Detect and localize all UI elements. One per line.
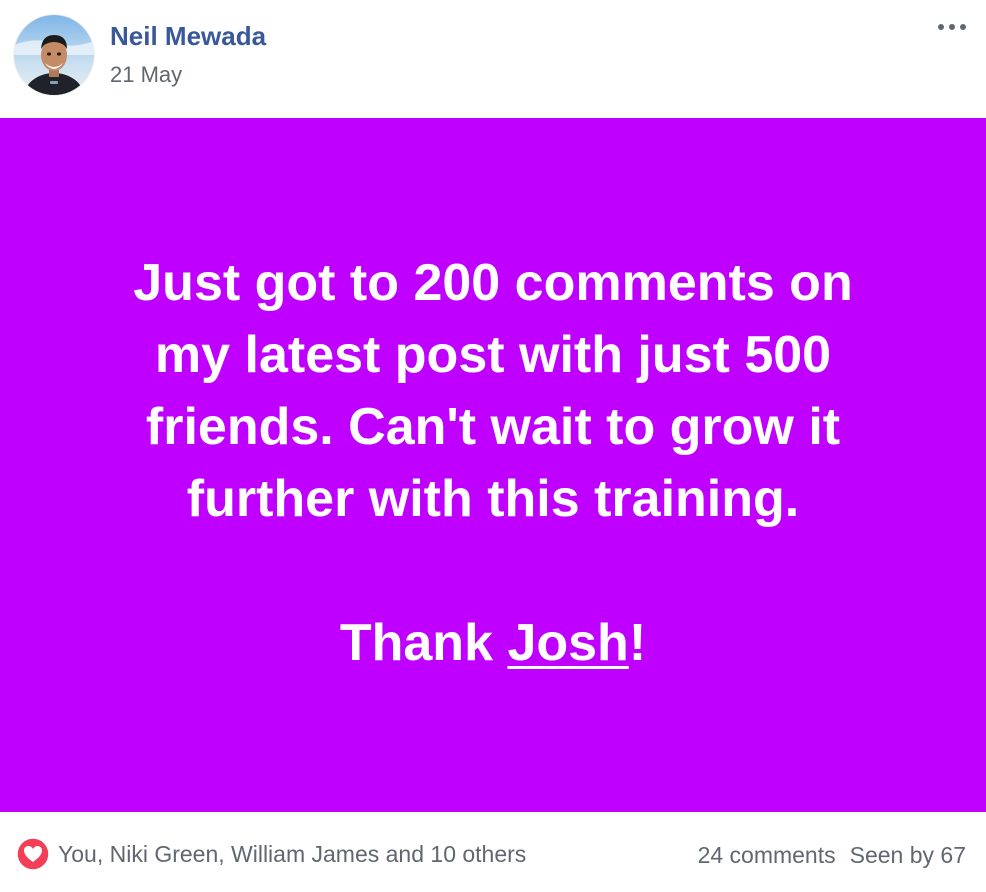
post-content-background: Just got to 200 comments on my latest po… [0, 118, 986, 812]
seen-by-link[interactable]: Seen by 67 [850, 842, 966, 868]
post-text-line: my latest post with just 500 [154, 326, 832, 384]
author-avatar[interactable] [14, 15, 94, 95]
reactions-summary[interactable]: You, Niki Green, William James and 10 ot… [16, 837, 526, 871]
avatar-image [14, 15, 94, 95]
post-stats: 24 comments Seen by 67 [698, 842, 966, 869]
closing-prefix: Thank [339, 614, 508, 672]
love-icon [16, 837, 50, 871]
post-text-line: Just got to 200 comments on [133, 254, 853, 312]
post-text: Just got to 200 comments on my latest po… [63, 247, 923, 679]
author-name[interactable]: Neil Mewada [110, 21, 266, 52]
closing-suffix: ! [628, 614, 647, 672]
post-card: Neil Mewada 21 May Just got to 200 comme… [0, 0, 986, 892]
comments-count-link[interactable]: 24 comments [698, 842, 836, 868]
post-text-spacer [63, 535, 923, 607]
post-footer: You, Niki Green, William James and 10 ot… [0, 812, 986, 892]
post-timestamp[interactable]: 21 May [110, 62, 182, 88]
mention-link[interactable]: Josh [507, 614, 628, 672]
post-text-line: further with this training. [186, 470, 800, 528]
post-header: Neil Mewada 21 May [0, 0, 986, 118]
post-text-line: friends. Can't wait to grow it [145, 398, 841, 456]
reactors-text: You, Niki Green, William James and 10 ot… [58, 840, 527, 867]
post-text-closing: Thank Josh! [63, 607, 923, 679]
more-options-icon[interactable] [932, 12, 972, 42]
